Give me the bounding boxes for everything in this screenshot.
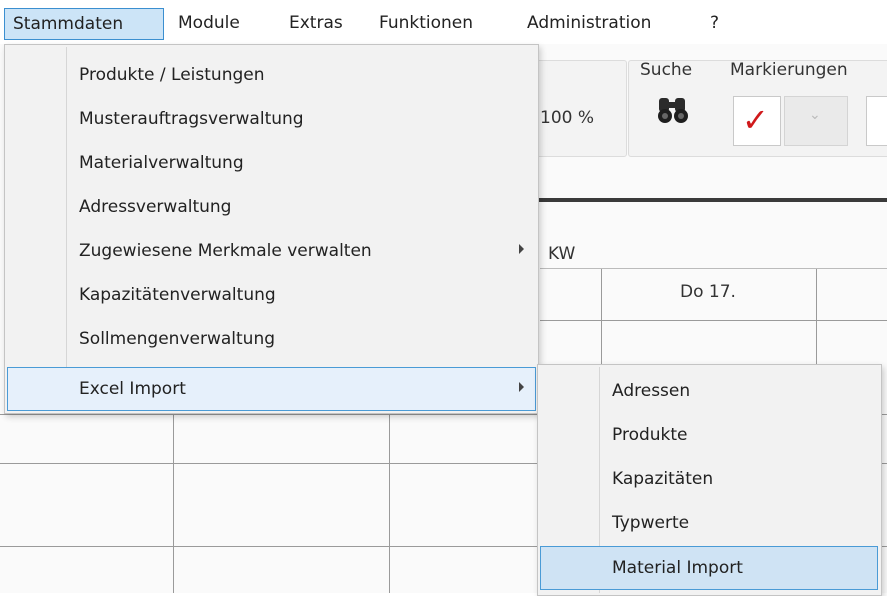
divider bbox=[525, 198, 887, 202]
day-header: Do 17. bbox=[680, 282, 736, 302]
grid-line bbox=[540, 320, 887, 321]
menu-extras[interactable]: Extras bbox=[289, 7, 343, 39]
submenu-item-kapazitaeten[interactable]: Kapazitäten bbox=[540, 457, 878, 501]
menu-item-label: Kapazitätenverwaltung bbox=[79, 285, 276, 305]
submenu-item-adressen[interactable]: Adressen bbox=[540, 369, 878, 413]
submenu-item-produkte[interactable]: Produkte bbox=[540, 413, 878, 457]
menu-item-excel-import[interactable]: Excel Import bbox=[7, 367, 536, 411]
submenu-item-material-import[interactable]: Material Import bbox=[540, 546, 878, 590]
menu-item-label: Typwerte bbox=[612, 513, 690, 533]
menu-item-label: Sollmengenverwaltung bbox=[79, 329, 276, 349]
binoculars-icon[interactable] bbox=[655, 94, 691, 126]
divider bbox=[540, 268, 887, 269]
toolbar-box[interactable] bbox=[866, 96, 887, 146]
menu-item-label: Adressverwaltung bbox=[79, 197, 232, 217]
menu-item-label: Adressen bbox=[612, 381, 691, 401]
menu-item-adressverwaltung[interactable]: Adressverwaltung bbox=[7, 185, 536, 229]
menu-item-sollmengenverwaltung[interactable]: Sollmengenverwaltung bbox=[7, 317, 536, 361]
menu-stammdaten[interactable]: Stammdaten bbox=[4, 8, 164, 40]
stammdaten-menu: Produkte / Leistungen Musterauftragsverw… bbox=[4, 44, 539, 414]
menu-item-label: Excel Import bbox=[79, 379, 186, 399]
chevron-down-icon: ⌄ bbox=[809, 107, 821, 123]
menu-item-label: Produkte / Leistungen bbox=[79, 65, 265, 85]
markings-dropdown[interactable]: ⌄ bbox=[784, 96, 848, 146]
mark-checkbox[interactable]: ✓ bbox=[733, 96, 781, 146]
submenu-arrow-icon bbox=[519, 244, 524, 254]
menu-item-label: Musterauftragsverwaltung bbox=[79, 109, 304, 129]
menu-item-produkte-leistungen[interactable]: Produkte / Leistungen bbox=[7, 53, 536, 97]
zoom-level: 100 % bbox=[540, 108, 595, 128]
menu-item-label: Produkte bbox=[612, 425, 688, 445]
menu-item-label: Material Import bbox=[612, 558, 743, 578]
menu-administration[interactable]: Administration bbox=[527, 7, 651, 39]
menu-bar: Stammdaten Module Extras Funktionen Admi… bbox=[0, 0, 887, 44]
menu-item-label: Zugewiesene Merkmale verwalten bbox=[79, 241, 372, 261]
excel-import-submenu: Adressen Produkte Kapazitäten Typwerte M… bbox=[537, 364, 882, 596]
menu-item-zugewiesene-merkmale[interactable]: Zugewiesene Merkmale verwalten bbox=[7, 229, 536, 273]
menu-item-kapazitaetenverwaltung[interactable]: Kapazitätenverwaltung bbox=[7, 273, 536, 317]
menu-funktionen[interactable]: Funktionen bbox=[379, 7, 473, 39]
markings-group-label: Markierungen bbox=[730, 60, 848, 80]
menu-help[interactable]: ? bbox=[710, 7, 719, 39]
calendar-week-label: KW bbox=[548, 244, 576, 264]
menu-item-musterauftragsverwaltung[interactable]: Musterauftragsverwaltung bbox=[7, 97, 536, 141]
search-group-label: Suche bbox=[640, 60, 693, 80]
checkmark-icon: ✓ bbox=[742, 101, 769, 139]
menu-item-materialverwaltung[interactable]: Materialverwaltung bbox=[7, 141, 536, 185]
menu-module[interactable]: Module bbox=[178, 7, 240, 39]
menu-item-label: Materialverwaltung bbox=[79, 153, 244, 173]
menu-item-label: Kapazitäten bbox=[612, 469, 714, 489]
grid-line bbox=[173, 414, 174, 593]
grid-line bbox=[816, 269, 817, 369]
grid-line bbox=[389, 414, 390, 593]
submenu-arrow-icon bbox=[519, 382, 524, 392]
submenu-item-typwerte[interactable]: Typwerte bbox=[540, 501, 878, 545]
grid-line bbox=[601, 269, 602, 369]
